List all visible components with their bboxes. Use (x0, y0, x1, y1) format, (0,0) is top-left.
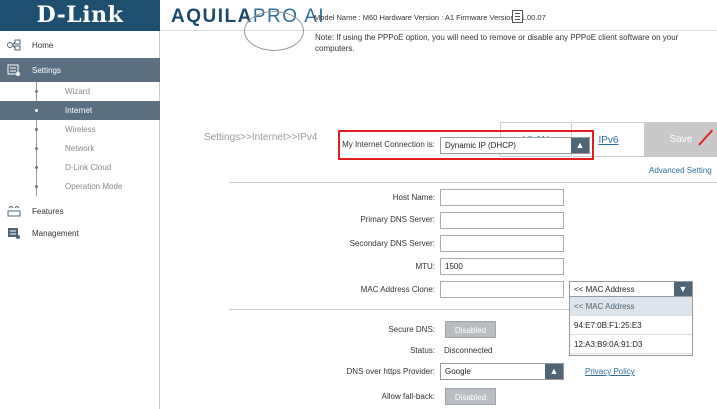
bullet-icon (35, 166, 38, 169)
sidebar-item-features-label: Features (32, 206, 64, 216)
doh-provider-label: DNS over https Provider: (346, 367, 435, 376)
chevron-down-icon[interactable]: ▼ (674, 282, 692, 297)
fallback-label: Allow fall-back: (381, 392, 435, 401)
sidebar-item-management-label: Management (32, 228, 79, 238)
main-content: Note: If using the PPPoE option, you wil… (161, 11, 717, 409)
chevron-up-icon[interactable]: ▲ (571, 138, 589, 153)
features-icon (7, 205, 21, 217)
divider (229, 182, 717, 183)
dropdown-option[interactable]: 94:E7:0B:F1:25:E3 (570, 316, 692, 335)
mtu-input[interactable]: 1500 (440, 258, 564, 275)
status-value: Disconnected (444, 346, 493, 355)
pppoe-notice: Note: If using the PPPoE option, you wil… (315, 33, 679, 53)
primary-dns-input[interactable] (440, 212, 564, 229)
bullet-icon (35, 109, 38, 112)
brand-aquila: AQUILA (171, 6, 253, 27)
connection-type-value: Dynamic IP (DHCP) (445, 141, 516, 150)
bullet-icon (35, 185, 38, 188)
globe-icon (244, 11, 304, 51)
privacy-policy-link[interactable]: Privacy Policy (585, 367, 635, 376)
secondary-dns-input[interactable] (440, 235, 564, 252)
chevron-up-icon[interactable]: ▲ (545, 364, 563, 379)
sidebar-item-dlink-cloud-label: D-Link Cloud (65, 163, 112, 172)
document-icon[interactable] (512, 10, 523, 23)
mac-clone-label: MAC Address Clone: (360, 285, 435, 294)
mtu-label: MTU: (415, 262, 435, 271)
sidebar-item-internet-label: Internet (65, 106, 93, 115)
sidebar-item-operation-mode-label: Operation Mode (65, 182, 123, 191)
bullet-icon (35, 128, 38, 131)
connection-type-label: My Internet Connection is: (342, 140, 435, 149)
sidebar: Home Settings Wizard Internet Wireless N… (0, 31, 160, 409)
fallback-toggle[interactable]: Disabled (445, 388, 496, 405)
advanced-setting-link[interactable]: Advanced Setting (649, 166, 712, 175)
doh-provider-select[interactable]: Google ▲ (440, 363, 564, 380)
dropdown-option[interactable]: << MAC Address (570, 297, 692, 316)
dlink-logo: D-Link (0, 0, 160, 31)
sidebar-item-features[interactable]: Features (0, 199, 160, 223)
sidebar-item-settings-label: Settings (32, 65, 61, 75)
sidebar-item-home[interactable]: Home (0, 33, 160, 57)
sidebar-item-wireless[interactable]: Wireless (0, 120, 160, 139)
sidebar-item-network[interactable]: Network (0, 139, 160, 158)
mac-clone-input[interactable] (440, 281, 564, 298)
sidebar-item-management[interactable]: Management (0, 221, 160, 245)
bullet-icon (35, 147, 38, 150)
home-network-icon (7, 39, 21, 51)
dropdown-option[interactable]: 12:A3:B9:0A:91:D3 (570, 335, 692, 354)
mac-address-dropdown: << MAC Address 94:E7:0B:F1:25:E3 12:A3:B… (569, 296, 693, 356)
sidebar-item-wireless-label: Wireless (65, 125, 96, 134)
sidebar-item-home-label: Home (32, 40, 54, 50)
bullet-icon (35, 90, 38, 93)
sidebar-item-dlink-cloud[interactable]: D-Link Cloud (0, 158, 160, 177)
sidebar-item-internet[interactable]: Internet (0, 101, 160, 120)
mac-address-select-value: << MAC Address (574, 285, 635, 294)
status-label: Status: (410, 346, 435, 355)
sidebar-item-settings[interactable]: Settings (0, 58, 160, 82)
sidebar-item-wizard[interactable]: Wizard (0, 82, 160, 101)
secure-dns-toggle[interactable]: Disabled (445, 321, 496, 338)
secure-dns-label: Secure DNS: (388, 325, 435, 334)
sidebar-item-wizard-label: Wizard (65, 87, 90, 96)
sidebar-item-network-label: Network (65, 144, 95, 153)
host-name-input[interactable] (440, 189, 564, 206)
connection-type-select[interactable]: Dynamic IP (DHCP) ▲ (440, 137, 590, 154)
model-info: Model Name : M60 Hardware Version : A1 F… (314, 13, 546, 22)
management-icon (7, 227, 21, 239)
settings-icon (7, 64, 21, 76)
sidebar-item-operation-mode[interactable]: Operation Mode (0, 177, 160, 196)
primary-dns-label: Primary DNS Server: (360, 215, 435, 224)
top-bar: D-Link AQUILAPRO AI Model Name : M60 Har… (0, 0, 717, 31)
save-button[interactable]: Save (645, 122, 717, 157)
host-name-label: Host Name: (392, 193, 435, 202)
secondary-dns-label: Secondary DNS Server: (349, 239, 435, 248)
divider (229, 309, 569, 310)
doh-provider-value: Google (445, 367, 471, 376)
